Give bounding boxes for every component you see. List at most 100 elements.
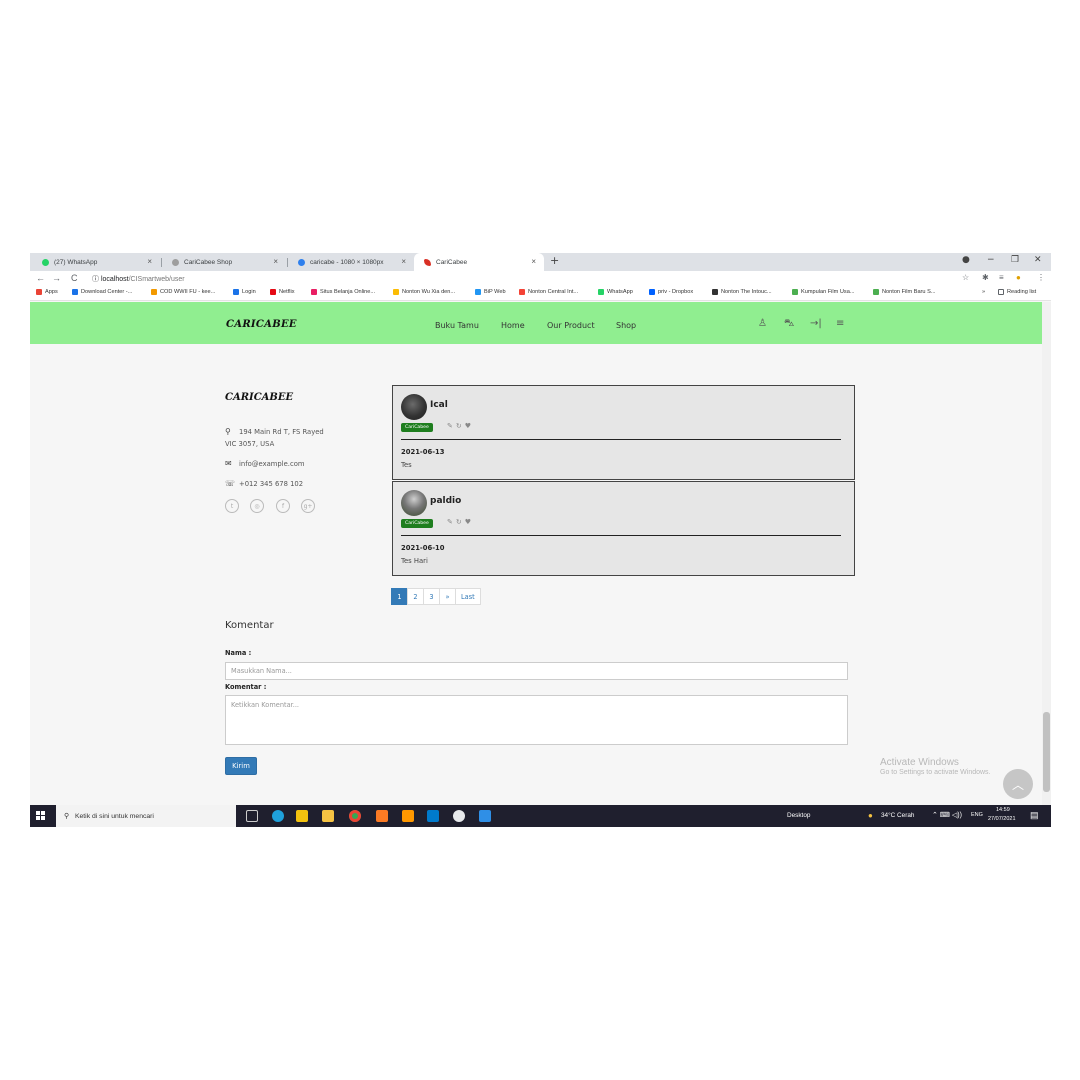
bookmark-nonton-film-baru[interactable]: Nonton Film Baru S... bbox=[873, 289, 935, 295]
contact-address: ⚲ 194 Main Rd T, FS Rayed VIC 3057, USA bbox=[225, 426, 324, 450]
bookmark-login[interactable]: Login bbox=[233, 289, 256, 295]
bookmark-bip-web[interactable]: BiP Web bbox=[475, 289, 506, 295]
bookmark-label: Nonton Central Int... bbox=[528, 289, 579, 295]
page-button-2[interactable]: 2 bbox=[407, 588, 424, 605]
bookmark-nonton-intouc[interactable]: Nonton The Intouc... bbox=[712, 289, 772, 295]
sublime-icon[interactable] bbox=[402, 810, 414, 822]
language-indicator[interactable]: ENG bbox=[971, 812, 983, 818]
comment-field[interactable] bbox=[225, 695, 848, 745]
scrollbar[interactable] bbox=[1042, 302, 1051, 805]
new-tab-button[interactable]: + bbox=[550, 254, 559, 267]
clock-date[interactable]: 27/07/2021 bbox=[988, 816, 1016, 822]
comment-date: 2021-06-10 bbox=[401, 544, 445, 552]
forward-icon[interactable]: → bbox=[52, 273, 61, 283]
reading-list-button[interactable]: Reading list bbox=[998, 289, 1036, 295]
contact-email: ✉ info@example.com bbox=[225, 458, 304, 470]
chrome-icon[interactable] bbox=[349, 810, 361, 822]
more-icon[interactable]: ⋮ bbox=[1037, 273, 1045, 282]
tab-caricabee-shop[interactable]: CariCabee Shop × bbox=[162, 253, 286, 271]
notification-icon[interactable]: ▤ bbox=[1030, 810, 1039, 821]
back-icon[interactable]: ← bbox=[36, 273, 45, 283]
weather-text[interactable]: 34°C Cerah bbox=[881, 812, 914, 819]
bookmark-situs-belanja[interactable]: Situs Belanja Online... bbox=[311, 289, 375, 295]
restore-button[interactable]: ❐ bbox=[1011, 255, 1019, 265]
submit-button[interactable]: Kirim bbox=[225, 757, 257, 775]
bookmark-download-center[interactable]: Download Center -... bbox=[72, 289, 132, 295]
page-next-button[interactable]: » bbox=[439, 588, 456, 605]
media-icon[interactable]: ≡ bbox=[999, 273, 1004, 282]
apps-icon bbox=[36, 289, 42, 295]
facebook-icon[interactable]: f bbox=[276, 499, 290, 513]
nav-shop[interactable]: Shop bbox=[616, 321, 636, 330]
windows-start-button[interactable] bbox=[36, 811, 46, 821]
desktop-toolbar[interactable]: Desktop bbox=[787, 812, 810, 819]
heart-icon[interactable]: ♥ bbox=[465, 422, 474, 430]
name-field[interactable] bbox=[225, 662, 848, 680]
edit-icon[interactable]: ✎ bbox=[447, 518, 456, 526]
scrollbar-thumb[interactable] bbox=[1043, 712, 1050, 792]
vscode-icon[interactable] bbox=[427, 810, 439, 822]
logout-icon[interactable]: →| bbox=[810, 318, 822, 329]
reload-icon[interactable]: C bbox=[71, 273, 78, 283]
user-icon[interactable]: ♙ bbox=[758, 318, 767, 329]
close-icon[interactable]: × bbox=[147, 257, 152, 266]
bookmark-dropbox[interactable]: priv - Dropbox bbox=[649, 289, 693, 295]
bookmark-apps[interactable]: Apps bbox=[36, 289, 58, 295]
site-navbar: CARICABEE Buku Tamu Home Our Product Sho… bbox=[30, 302, 1042, 344]
comment-text: Tes bbox=[401, 461, 412, 469]
phone-icon: ☏ bbox=[225, 479, 236, 488]
bookmark-cod[interactable]: COD WWII FU - kee... bbox=[151, 289, 215, 295]
url-field[interactable]: ⓘ localhost/CISmartweb/user bbox=[92, 274, 185, 284]
task-view-icon[interactable] bbox=[246, 810, 258, 822]
bookmark-label: COD WWII FU - kee... bbox=[160, 289, 216, 295]
store-icon[interactable] bbox=[296, 810, 308, 822]
nav-home[interactable]: Home bbox=[501, 321, 525, 330]
cart-icon[interactable]: ⛍ bbox=[784, 318, 794, 331]
bookmark-nonton-central[interactable]: Nonton Central Int... bbox=[519, 289, 578, 295]
edit-icon[interactable]: ✎ bbox=[447, 422, 456, 430]
instagram-icon[interactable]: ◎ bbox=[250, 499, 264, 513]
refresh-icon[interactable]: ↻ bbox=[456, 518, 465, 526]
tab-canva[interactable]: caricabe - 1080 × 1080px × bbox=[288, 253, 414, 271]
file-explorer-icon[interactable] bbox=[322, 810, 334, 822]
mail-icon[interactable] bbox=[479, 810, 491, 822]
bookmark-netflix[interactable]: Netflix bbox=[270, 289, 295, 295]
taskbar-search[interactable]: ⚲ Ketik di sini untuk mencari bbox=[56, 805, 236, 827]
twitter-icon[interactable]: t bbox=[225, 499, 239, 513]
form-title: Komentar bbox=[225, 620, 274, 631]
edge-icon[interactable] bbox=[272, 810, 284, 822]
close-icon[interactable]: × bbox=[401, 257, 406, 266]
page-button-1[interactable]: 1 bbox=[391, 588, 408, 605]
app-icon[interactable] bbox=[453, 810, 465, 822]
bookmark-nonton-wu-xia[interactable]: Nonton Wu Xia den... bbox=[393, 289, 455, 295]
pagination: 1 2 3 » Last bbox=[391, 588, 481, 605]
bookmark-whatsapp[interactable]: WhatsApp bbox=[598, 289, 633, 295]
site-logo[interactable]: CARICABEE bbox=[226, 319, 297, 330]
tab-caricabee[interactable]: CariCabee × bbox=[414, 253, 544, 271]
avatar[interactable]: ● bbox=[1016, 273, 1021, 282]
close-window-button[interactable]: ✕ bbox=[1034, 255, 1042, 265]
bookmark-more[interactable]: » bbox=[982, 289, 985, 295]
menu-icon[interactable]: ≡ bbox=[836, 318, 844, 329]
extensions-icon[interactable]: ✱ bbox=[982, 273, 989, 282]
shop-icon bbox=[172, 258, 179, 266]
nav-buku-tamu[interactable]: Buku Tamu bbox=[435, 321, 479, 330]
minimize-button[interactable]: − bbox=[987, 255, 995, 265]
heart-icon[interactable]: ♥ bbox=[465, 518, 474, 526]
nav-our-product[interactable]: Our Product bbox=[547, 321, 595, 330]
clock-time[interactable]: 14:59 bbox=[996, 807, 1010, 813]
scroll-to-top-button[interactable]: ︿ bbox=[1003, 769, 1033, 799]
tab-whatsapp[interactable]: (27) WhatsApp × bbox=[32, 253, 160, 271]
refresh-icon[interactable]: ↻ bbox=[456, 422, 465, 430]
profile-icon[interactable]: ● bbox=[962, 255, 970, 265]
close-icon[interactable]: × bbox=[273, 257, 278, 266]
star-icon[interactable]: ☆ bbox=[962, 273, 969, 282]
google-plus-icon[interactable]: g+ bbox=[301, 499, 315, 513]
tray-icons[interactable]: ⌃ ⌨ ◁)) bbox=[932, 811, 962, 819]
bookmark-kumpulan-film[interactable]: Kumpulan Film Usa... bbox=[792, 289, 854, 295]
page-button-3[interactable]: 3 bbox=[423, 588, 440, 605]
page-last-button[interactable]: Last bbox=[455, 588, 481, 605]
status-badge: CariCabee bbox=[401, 519, 433, 528]
close-icon[interactable]: × bbox=[531, 257, 536, 266]
xampp-icon[interactable] bbox=[376, 810, 388, 822]
